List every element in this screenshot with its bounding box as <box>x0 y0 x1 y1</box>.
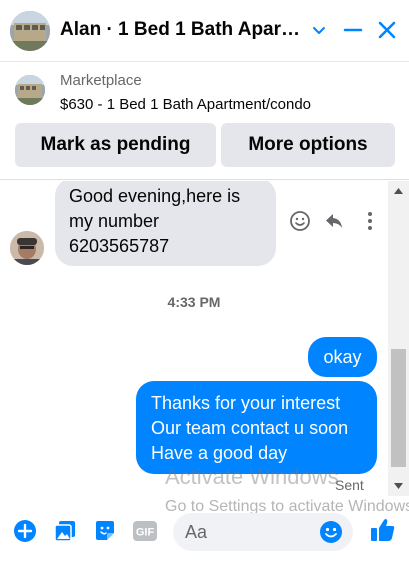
message-timestamp: 4:33 PM <box>167 294 221 310</box>
scroll-down-arrow-icon[interactable] <box>388 476 409 496</box>
thumbs-up-icon[interactable] <box>370 517 396 543</box>
chat-title[interactable]: Alan · 1 Bed 1 Bath Apartment/condo <box>60 19 305 41</box>
chat-header: Alan · 1 Bed 1 Bath Apartment/condo <box>0 0 409 62</box>
message-line: Thanks for your interest <box>151 393 341 413</box>
thread-scrollbar[interactable] <box>388 181 409 496</box>
gif-icon[interactable]: GIF <box>132 518 158 544</box>
incoming-message[interactable]: Good evening,here is my number 620356578… <box>55 181 276 266</box>
message-line: 6203565787 <box>69 236 170 256</box>
emoji-react-icon[interactable] <box>288 209 312 233</box>
gif-label: GIF <box>136 527 155 539</box>
photo-icon[interactable] <box>52 518 78 544</box>
chevron-down-icon[interactable] <box>305 16 333 44</box>
message-composer: GIF <box>0 508 409 558</box>
scroll-up-arrow-icon[interactable] <box>388 181 409 201</box>
sender-avatar[interactable] <box>10 231 44 265</box>
message-thread[interactable]: Good evening,here is my number 620356578… <box>0 181 388 496</box>
marketplace-label: Marketplace <box>60 72 142 89</box>
message-line: Our team contact u soon <box>151 418 349 438</box>
more-options-button[interactable]: More options <box>221 123 395 167</box>
close-icon[interactable] <box>373 16 401 44</box>
listing-title[interactable]: $630 - 1 Bed 1 Bath Apartment/condo <box>60 96 311 113</box>
outgoing-message[interactable]: okay <box>308 337 377 377</box>
sent-status: Sent <box>335 477 364 493</box>
plus-circle-icon[interactable] <box>12 518 38 544</box>
sticker-icon[interactable] <box>92 518 118 544</box>
mark-as-pending-button[interactable]: Mark as pending <box>15 123 216 167</box>
listing-thumbnail[interactable] <box>15 75 45 105</box>
contact-avatar[interactable] <box>10 11 50 51</box>
message-line: Good evening,here is <box>69 186 241 206</box>
outgoing-message[interactable]: Thanks for your interest Our team contac… <box>136 381 377 474</box>
message-line: my number <box>69 211 160 231</box>
emoji-icon[interactable] <box>319 520 343 544</box>
minimize-icon[interactable] <box>339 16 367 44</box>
more-dots-icon[interactable] <box>358 209 382 233</box>
marketplace-listing: Marketplace $630 - 1 Bed 1 Bath Apartmen… <box>0 62 409 180</box>
reply-icon[interactable] <box>322 209 346 233</box>
scrollbar-thumb[interactable] <box>391 349 406 467</box>
message-line: Have a good day <box>151 443 288 463</box>
